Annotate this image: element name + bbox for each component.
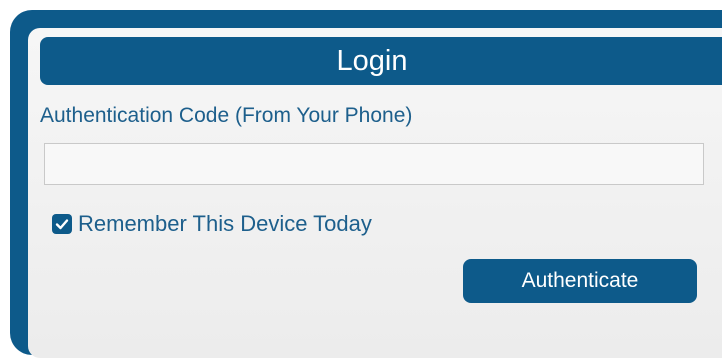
remember-device-label: Remember This Device Today xyxy=(78,211,372,236)
checkmark-icon xyxy=(55,219,69,230)
remember-device-option[interactable]: Remember This Device Today xyxy=(52,211,372,237)
auth-code-input[interactable] xyxy=(44,143,704,185)
authenticate-button[interactable]: Authenticate xyxy=(463,259,697,303)
login-header: Login xyxy=(40,37,722,85)
auth-code-label: Authentication Code (From Your Phone) xyxy=(40,104,413,127)
page-title: Login xyxy=(336,44,408,77)
remember-device-checkbox[interactable] xyxy=(52,214,72,234)
